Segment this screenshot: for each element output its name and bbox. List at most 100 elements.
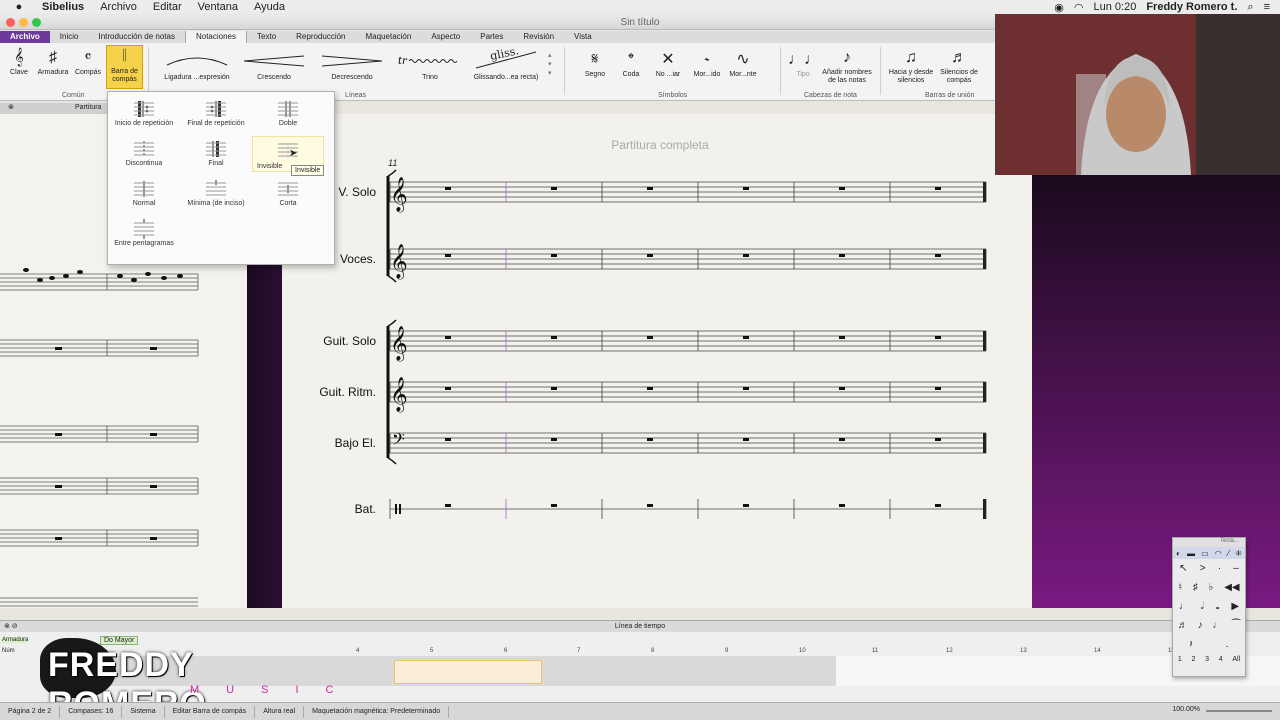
minimize-window-button[interactable]	[19, 18, 28, 27]
quarter-note-alt-icon[interactable]: ♩	[1212, 620, 1222, 631]
barline-start-repeat[interactable]: Inicio de repetición	[108, 98, 180, 127]
barline-dashed[interactable]: Discontinua	[108, 138, 180, 167]
menu-editar[interactable]: Editar	[153, 1, 182, 13]
barline-normal[interactable]: Normal	[108, 178, 180, 207]
no-repeat-button[interactable]: ✕ No ...iar	[650, 49, 686, 79]
crescendo-button[interactable]: Crescendo	[238, 49, 310, 82]
status-pitch[interactable]: Altura real	[255, 705, 305, 718]
keypad-tab-2[interactable]: 2	[1191, 656, 1195, 663]
tab-reproduccion[interactable]: Reproducción	[286, 31, 355, 43]
beam-rests-button[interactable]: ♫ Hacia y desde silencios	[884, 47, 938, 85]
add-note-names-button[interactable]: ♪ Añadir nombres de las notas	[818, 47, 876, 85]
keypad-tab-all[interactable]: All	[1232, 656, 1240, 663]
status-magnetic-layout[interactable]: Maquetación magnética: Predeterminado	[304, 705, 450, 718]
timeline-selection[interactable]	[394, 660, 542, 684]
tab-aspecto[interactable]: Aspecto	[421, 31, 470, 43]
play-icon[interactable]: ▶	[1231, 601, 1239, 612]
keypad-tab-1[interactable]: 1	[1178, 656, 1182, 663]
keypad-accent-icon[interactable]: >	[1200, 563, 1206, 574]
tab-maquetacion[interactable]: Maquetación	[356, 31, 422, 43]
trill-button[interactable]: tr Trino	[394, 49, 466, 82]
mordent-button[interactable]: 𝆝 Mor...ido	[690, 49, 724, 79]
time-signature-button[interactable]: 𝄴 Compás	[72, 47, 104, 77]
keypad-mode-icon[interactable]: ◐	[1176, 549, 1181, 558]
sixteenth-note-icon[interactable]: ♬	[1178, 620, 1188, 631]
key-signature-icon: ♯	[49, 49, 57, 66]
inverted-mordent-button[interactable]: ∿ Mor...nte	[726, 49, 760, 79]
barline-button[interactable]: 𝄁 Barra de compás	[106, 45, 143, 89]
rewind-icon[interactable]: ◀◀	[1224, 582, 1239, 593]
keypad-staccato-icon[interactable]: ·	[1218, 563, 1221, 574]
end-repeat-icon	[180, 98, 252, 120]
tab-introduccion-notas[interactable]: Introducción de notas	[88, 31, 185, 43]
keypad-mode-icon[interactable]: ▬	[1187, 549, 1195, 558]
tie-icon[interactable]: ⁀	[1232, 620, 1240, 631]
barline-short[interactable]: Corta	[252, 178, 324, 207]
keypad-tenuto-icon[interactable]: –	[1233, 563, 1239, 574]
keypad-arrow-icon[interactable]: ↖	[1179, 563, 1187, 574]
instrument-name-guit-solo[interactable]: Guit. Solo	[276, 334, 376, 348]
scroll-arrows-icon[interactable]: ▴ ▾ ▾	[548, 51, 552, 78]
decrescendo-button[interactable]: Decrescendo	[316, 49, 388, 82]
inverted-mordent-icon: ∿	[736, 51, 750, 68]
zoom-level[interactable]: 100.00%	[1172, 706, 1200, 713]
keypad-tab-4[interactable]: 4	[1219, 656, 1223, 663]
segno-button[interactable]: 𝄋 Segno	[578, 49, 612, 79]
barline-double[interactable]: Doble	[252, 98, 324, 127]
dot-icon[interactable]: .	[1226, 639, 1229, 650]
half-note-icon[interactable]: 𝅗𝅥	[1201, 601, 1204, 612]
score-page[interactable]	[282, 114, 1032, 608]
barline-tick[interactable]: Mínima (de inciso)	[180, 178, 252, 207]
slur-line-button[interactable]: Ligadura ...expresión	[158, 49, 236, 82]
menu-ayuda[interactable]: Ayuda	[254, 1, 285, 13]
notehead-type-button[interactable]: ♩♩ Tipo	[788, 49, 820, 79]
keypad-mode-icon[interactable]: ⁄	[1228, 549, 1229, 558]
barline-end-repeat[interactable]: Final de repetición	[180, 98, 252, 127]
status-page[interactable]: Página 2 de 2	[0, 705, 61, 718]
whole-note-icon[interactable]: 𝅝	[1216, 601, 1220, 612]
keypad-mode-icon[interactable]: ◠	[1215, 549, 1222, 558]
tab-notaciones[interactable]: Notaciones	[184, 31, 248, 43]
tab-inicio[interactable]: Inicio	[50, 31, 89, 43]
search-icon[interactable]: ⌕	[1247, 1, 1253, 14]
close-window-button[interactable]	[6, 18, 15, 27]
wifi-icon[interactable]: ◠	[1074, 1, 1084, 14]
instrument-name-bajo-el[interactable]: Bajo El.	[276, 436, 376, 450]
rest-icon[interactable]: 𝄽	[1190, 639, 1193, 650]
tab-partes[interactable]: Partes	[470, 31, 513, 43]
close-pane-icon[interactable]: ⊗	[8, 103, 14, 111]
clef-button[interactable]: 𝄞 Clave	[4, 47, 34, 77]
notehead-type-icon: ♩♩	[788, 51, 820, 68]
keypad-mode-icon[interactable]: ▭	[1201, 549, 1209, 558]
keypad-mode-icon[interactable]: ⁜	[1235, 549, 1242, 558]
natural-icon[interactable]: ♮	[1178, 582, 1182, 593]
menu-archivo[interactable]: Archivo	[100, 1, 137, 13]
menu-app[interactable]: Sibelius	[42, 1, 84, 13]
menu-user[interactable]: Freddy Romero t.	[1146, 1, 1237, 13]
sharp-icon[interactable]: ♯	[1193, 582, 1198, 593]
start-repeat-icon	[108, 98, 180, 120]
keypad-tab-3[interactable]: 3	[1205, 656, 1209, 663]
eighth-note-icon[interactable]: ♪	[1198, 620, 1203, 631]
barline-dropdown: Inicio de repetición Final de repetición…	[107, 91, 335, 265]
tab-texto[interactable]: Texto	[247, 31, 286, 43]
menu-ventana[interactable]: Ventana	[198, 1, 238, 13]
quarter-note-icon[interactable]: ♩	[1179, 601, 1189, 612]
coda-button[interactable]: 𝄌 Coda	[614, 49, 648, 79]
tab-archivo[interactable]: Archivo	[0, 31, 50, 43]
flat-icon[interactable]: ♭	[1209, 582, 1214, 593]
barline-between-staves[interactable]: Entre pentagramas	[108, 218, 180, 247]
zoom-slider[interactable]	[1206, 710, 1272, 712]
beam-bar-rests-button[interactable]: ♬ Silencios de compás	[938, 47, 980, 85]
key-signature-button[interactable]: ♯ Armadura	[36, 47, 70, 77]
zoom-window-button[interactable]	[32, 18, 41, 27]
tab-revision[interactable]: Revisión	[513, 31, 564, 43]
instrument-name-bat[interactable]: Bat.	[276, 502, 376, 516]
record-icon[interactable]: ◉	[1054, 1, 1064, 14]
barline-final[interactable]: Final	[180, 138, 252, 167]
menu-clock[interactable]: Lun 0:20	[1094, 1, 1137, 13]
apple-icon[interactable]: ●	[12, 1, 26, 13]
list-icon[interactable]: ≡	[1264, 1, 1270, 13]
tab-vista[interactable]: Vista	[564, 31, 602, 43]
instrument-name-guit-ritm[interactable]: Guit. Ritm.	[276, 385, 376, 399]
